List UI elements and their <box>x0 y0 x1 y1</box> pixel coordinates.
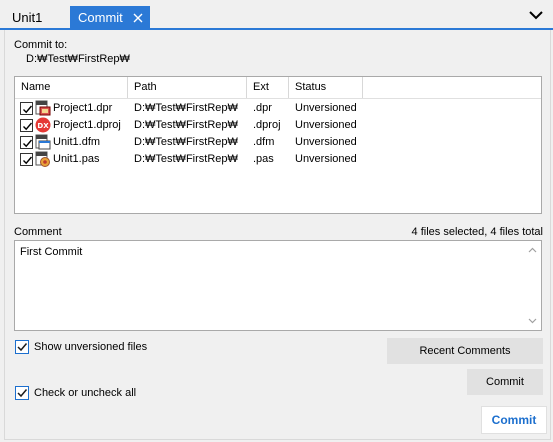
file-grid[interactable]: Name Path Ext Status Project1.dpr D:₩Tes… <box>14 76 542 214</box>
chevron-down-icon[interactable] <box>529 10 543 20</box>
column-header-path[interactable]: Path <box>128 77 247 98</box>
file-status: Unversioned <box>295 136 357 148</box>
row-checkbox[interactable] <box>20 136 33 149</box>
file-name: Project1.dpr <box>53 102 113 114</box>
grid-header: Name Path Ext Status <box>15 77 541 99</box>
check-all-label: Check or uncheck all <box>34 387 137 399</box>
row-checkbox[interactable] <box>20 119 33 132</box>
show-unversioned-checkbox[interactable]: Show unversioned files <box>15 340 155 356</box>
scroll-down-icon[interactable] <box>528 318 537 324</box>
table-row[interactable]: Project1.dpr D:₩Test₩FirstRep₩ .dpr Unve… <box>15 100 541 117</box>
show-unversioned-box[interactable] <box>15 340 29 354</box>
commit-button[interactable]: Commit <box>467 369 543 395</box>
tab-bar: Unit1 Commit <box>0 0 553 30</box>
column-header-ext[interactable]: Ext <box>247 77 289 98</box>
checkmark-icon <box>23 139 33 148</box>
pas-unit-icon <box>35 151 50 167</box>
recent-comments-label: Recent Comments <box>419 345 511 357</box>
file-name: Unit1.pas <box>53 153 100 165</box>
commit-to-path: D:₩Test₩FirstRep₩ <box>26 53 130 65</box>
file-ext: .dproj <box>253 119 281 131</box>
checkmark-icon <box>17 389 28 398</box>
comment-label: Comment <box>14 226 62 238</box>
scroll-up-icon[interactable] <box>528 247 537 253</box>
show-unversioned-label: Show unversioned files <box>34 341 148 353</box>
comment-textarea[interactable]: First Commit <box>14 240 542 331</box>
file-status: Unversioned <box>295 102 357 114</box>
comment-scrollbar[interactable] <box>524 241 541 330</box>
recent-comments-button[interactable]: Recent Comments <box>387 338 543 364</box>
row-checkbox[interactable] <box>20 102 33 115</box>
commit-primary-label: Commit <box>491 413 537 427</box>
checkmark-icon <box>23 122 33 131</box>
file-ext: .dfm <box>253 136 275 148</box>
table-row[interactable]: Unit1.pas D:₩Test₩FirstRep₩ .pas Unversi… <box>15 151 541 168</box>
checkmark-icon <box>23 156 33 165</box>
file-status: Unversioned <box>295 153 357 165</box>
dfm-form-icon <box>35 134 51 150</box>
check-all-checkbox[interactable]: Check or uncheck all <box>15 386 155 402</box>
table-row[interactable]: DX Project1.dproj D:₩Test₩FirstRep₩ .dpr… <box>15 117 541 134</box>
file-path: D:₩Test₩FirstRep₩ <box>134 119 238 131</box>
tab-unit1-label: Unit1 <box>12 10 43 25</box>
file-path: D:₩Test₩FirstRep₩ <box>134 153 238 165</box>
checkmark-icon <box>23 105 33 114</box>
comment-text: First Commit <box>20 246 83 258</box>
file-ext: .pas <box>253 153 274 165</box>
file-path: D:₩Test₩FirstRep₩ <box>134 136 238 148</box>
check-all-box[interactable] <box>15 386 29 400</box>
dpr-project-icon <box>35 100 51 116</box>
tab-commit-label: Commit <box>78 10 123 25</box>
file-name: Project1.dproj <box>53 119 121 131</box>
checkmark-icon <box>17 343 28 352</box>
close-icon[interactable] <box>132 12 144 24</box>
column-header-name[interactable]: Name <box>15 77 128 98</box>
table-row[interactable]: Unit1.dfm D:₩Test₩FirstRep₩ .dfm Unversi… <box>15 134 541 151</box>
file-name: Unit1.dfm <box>53 136 101 148</box>
selection-summary: 4 files selected, 4 files total <box>411 226 543 238</box>
dproj-delphi-icon: DX <box>35 117 51 133</box>
svg-text:DX: DX <box>37 122 49 130</box>
tab-unit1[interactable]: Unit1 <box>4 6 68 30</box>
commit-button-label: Commit <box>486 376 524 388</box>
commit-primary-button[interactable]: Commit <box>481 406 547 434</box>
commit-to-label: Commit to: <box>14 39 68 51</box>
file-status: Unversioned <box>295 119 357 131</box>
file-path: D:₩Test₩FirstRep₩ <box>134 102 238 114</box>
row-checkbox[interactable] <box>20 153 33 166</box>
file-ext: .dpr <box>253 102 272 114</box>
tab-commit[interactable]: Commit <box>70 6 150 30</box>
column-header-status[interactable]: Status <box>289 77 363 98</box>
